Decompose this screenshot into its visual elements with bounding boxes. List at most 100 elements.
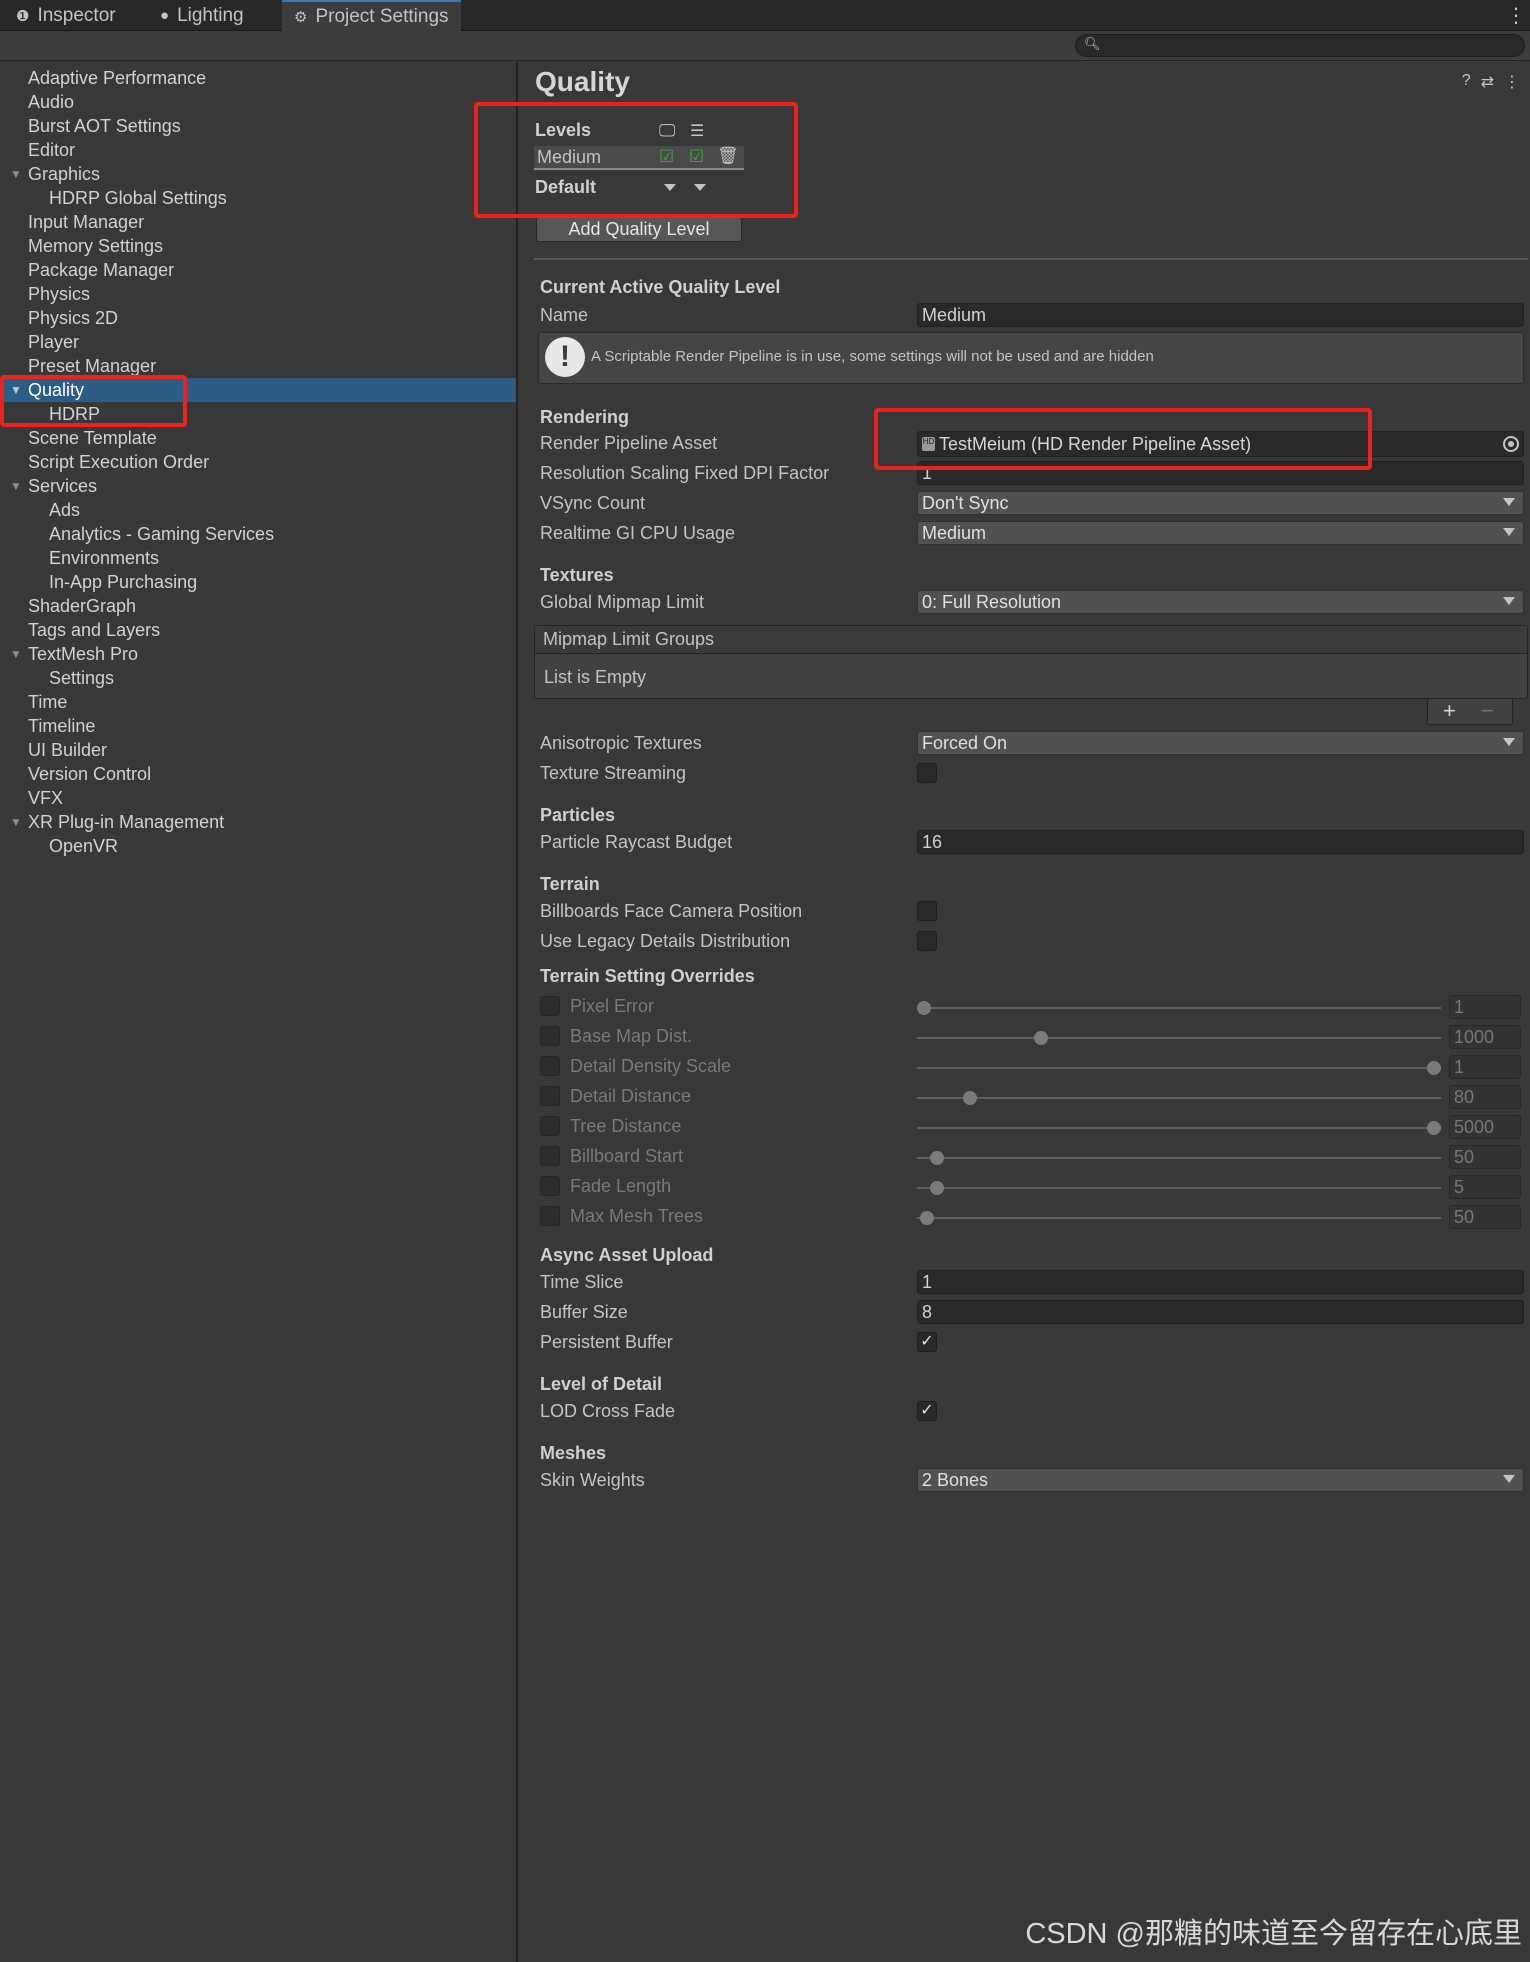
more-menu-icon[interactable]: ⋮ bbox=[1506, 3, 1526, 28]
sidebar-item-environments[interactable]: Environments bbox=[0, 546, 516, 570]
override-checkbox[interactable] bbox=[540, 1086, 560, 1106]
sidebar-item-version-control[interactable]: Version Control bbox=[0, 762, 516, 786]
minus-icon[interactable]: − bbox=[1481, 698, 1494, 724]
sidebar-item-openvr[interactable]: OpenVR bbox=[0, 834, 516, 858]
sidebar-item-script-execution-order[interactable]: Script Execution Order bbox=[0, 450, 516, 474]
sidebar-item-vfx[interactable]: VFX bbox=[0, 786, 516, 810]
tab-lighting[interactable]: ● Lighting bbox=[148, 0, 256, 31]
override-value-field[interactable]: 50 bbox=[1449, 1145, 1521, 1169]
plus-icon[interactable]: + bbox=[1443, 698, 1456, 724]
override-slider-track[interactable] bbox=[917, 1217, 1441, 1219]
foldout-arrow-icon[interactable]: ▼ bbox=[10, 815, 22, 829]
override-slider-track[interactable] bbox=[917, 1037, 1441, 1039]
override-slider-track[interactable] bbox=[917, 1157, 1441, 1159]
sidebar-item-tags-and-layers[interactable]: Tags and Layers bbox=[0, 618, 516, 642]
legacy-details-checkbox[interactable] bbox=[917, 931, 937, 951]
sidebar-item-ui-builder[interactable]: UI Builder bbox=[0, 738, 516, 762]
override-slider-knob[interactable] bbox=[919, 1211, 934, 1225]
sidebar-item-input-manager[interactable]: Input Manager bbox=[0, 210, 516, 234]
foldout-arrow-icon[interactable]: ▼ bbox=[10, 167, 22, 181]
sidebar-item-memory-settings[interactable]: Memory Settings bbox=[0, 234, 516, 258]
override-checkbox[interactable] bbox=[540, 996, 560, 1016]
sidebar-item-package-manager[interactable]: Package Manager bbox=[0, 258, 516, 282]
sidebar-item-audio[interactable]: Audio bbox=[0, 90, 516, 114]
sidebar-item-settings[interactable]: Settings bbox=[0, 666, 516, 690]
terrain-heading: Terrain bbox=[540, 874, 600, 894]
anisotropic-dropdown[interactable]: Forced On bbox=[917, 731, 1524, 755]
foldout-arrow-icon[interactable]: ▼ bbox=[10, 479, 22, 493]
override-slider-track[interactable] bbox=[917, 1127, 1441, 1129]
override-value-field[interactable]: 5000 bbox=[1449, 1115, 1521, 1139]
override-checkbox[interactable] bbox=[540, 1026, 560, 1046]
override-slider-knob[interactable] bbox=[962, 1091, 977, 1105]
sidebar-item-adaptive-performance[interactable]: Adaptive Performance bbox=[0, 66, 516, 90]
override-checkbox[interactable] bbox=[540, 1206, 560, 1226]
override-label: Base Map Dist. bbox=[570, 1026, 693, 1046]
add-quality-level-button[interactable]: Add Quality Level bbox=[536, 217, 742, 242]
sidebar-item-services[interactable]: ▼ Services bbox=[0, 474, 516, 498]
name-field[interactable]: Medium bbox=[917, 303, 1524, 327]
sidebar-item-in-app-purchasing[interactable]: In-App Purchasing bbox=[0, 570, 516, 594]
override-label: Detail Density Scale bbox=[570, 1056, 732, 1076]
help-icon[interactable]: ? bbox=[1462, 72, 1471, 92]
realtime-gi-dropdown[interactable]: Medium bbox=[917, 521, 1524, 545]
tab-inspector[interactable]: ❶ Inspector bbox=[4, 0, 128, 31]
override-slider-knob[interactable] bbox=[929, 1151, 944, 1165]
sidebar-item-graphics[interactable]: ▼ Graphics bbox=[0, 162, 516, 186]
sidebar-item-shadergraph[interactable]: ShaderGraph bbox=[0, 594, 516, 618]
textures-heading: Textures bbox=[540, 565, 614, 585]
override-slider-track[interactable] bbox=[917, 1187, 1441, 1189]
sidebar-item-hdrp-global-settings[interactable]: HDRP Global Settings bbox=[0, 186, 516, 210]
object-picker-icon[interactable] bbox=[1503, 436, 1519, 452]
search-input[interactable]: 🔍︎ bbox=[1075, 34, 1525, 57]
sidebar-item-xr-plug-in-management[interactable]: ▼ XR Plug-in Management bbox=[0, 810, 516, 834]
override-value-field[interactable]: 1000 bbox=[1449, 1025, 1521, 1049]
override-value-field[interactable]: 80 bbox=[1449, 1085, 1521, 1109]
override-checkbox[interactable] bbox=[540, 1056, 560, 1076]
texture-streaming-checkbox[interactable] bbox=[917, 763, 937, 783]
sidebar-item-burst-aot-settings[interactable]: Burst AOT Settings bbox=[0, 114, 516, 138]
raycast-budget-field[interactable]: 16 bbox=[917, 830, 1524, 854]
override-checkbox[interactable] bbox=[540, 1116, 560, 1136]
sidebar-item-analytics-gaming-services[interactable]: Analytics - Gaming Services bbox=[0, 522, 516, 546]
override-value-field[interactable]: 1 bbox=[1449, 995, 1521, 1019]
sidebar-item-scene-template[interactable]: Scene Template bbox=[0, 426, 516, 450]
override-value-field[interactable]: 1 bbox=[1449, 1055, 1521, 1079]
buffer-size-field[interactable]: 8 bbox=[917, 1300, 1524, 1324]
override-checkbox[interactable] bbox=[540, 1146, 560, 1166]
billboards-checkbox[interactable] bbox=[917, 901, 937, 921]
sidebar-item-player[interactable]: Player bbox=[0, 330, 516, 354]
foldout-arrow-icon[interactable]: ▼ bbox=[10, 647, 22, 661]
sidebar-item-physics[interactable]: Physics bbox=[0, 282, 516, 306]
preset-icon[interactable]: ⇄ bbox=[1481, 72, 1494, 92]
dropdown-caret-icon bbox=[1503, 738, 1515, 746]
vsync-dropdown[interactable]: Don't Sync bbox=[917, 491, 1524, 515]
skin-weights-dropdown[interactable]: 2 Bones bbox=[917, 1468, 1524, 1492]
time-slice-field[interactable]: 1 bbox=[917, 1270, 1524, 1294]
override-slider-knob[interactable] bbox=[1427, 1061, 1441, 1075]
override-slider-track[interactable] bbox=[917, 1097, 1441, 1099]
sidebar-item-timeline[interactable]: Timeline bbox=[0, 714, 516, 738]
lod-crossfade-checkbox[interactable]: ✓ bbox=[917, 1401, 937, 1421]
more-icon[interactable]: ⋮ bbox=[1504, 72, 1520, 92]
sidebar-item-editor[interactable]: Editor bbox=[0, 138, 516, 162]
sidebar-item-textmesh-pro[interactable]: ▼ TextMesh Pro bbox=[0, 642, 516, 666]
realtime-gi-value: Medium bbox=[922, 522, 987, 543]
override-checkbox[interactable] bbox=[540, 1176, 560, 1196]
override-slider-knob[interactable] bbox=[917, 1001, 931, 1015]
persistent-buffer-checkbox[interactable]: ✓ bbox=[917, 1332, 937, 1352]
global-mipmap-dropdown[interactable]: 0: Full Resolution bbox=[917, 590, 1524, 614]
toolbar: 🔍︎ bbox=[0, 31, 1530, 61]
sidebar-item-ads[interactable]: Ads bbox=[0, 498, 516, 522]
override-slider-knob[interactable] bbox=[1034, 1031, 1049, 1045]
override-slider-knob[interactable] bbox=[1427, 1121, 1441, 1135]
override-value-field[interactable]: 50 bbox=[1449, 1205, 1521, 1229]
override-slider-knob[interactable] bbox=[929, 1181, 944, 1195]
override-slider-track[interactable] bbox=[917, 1067, 1441, 1069]
sidebar-item-label: Ads bbox=[49, 499, 81, 520]
override-slider-track[interactable] bbox=[917, 1007, 1441, 1009]
override-value-field[interactable]: 5 bbox=[1449, 1175, 1521, 1199]
tab-project-settings[interactable]: ⚙ Project Settings bbox=[282, 0, 461, 31]
sidebar-item-physics-2d[interactable]: Physics 2D bbox=[0, 306, 516, 330]
sidebar-item-time[interactable]: Time bbox=[0, 690, 516, 714]
